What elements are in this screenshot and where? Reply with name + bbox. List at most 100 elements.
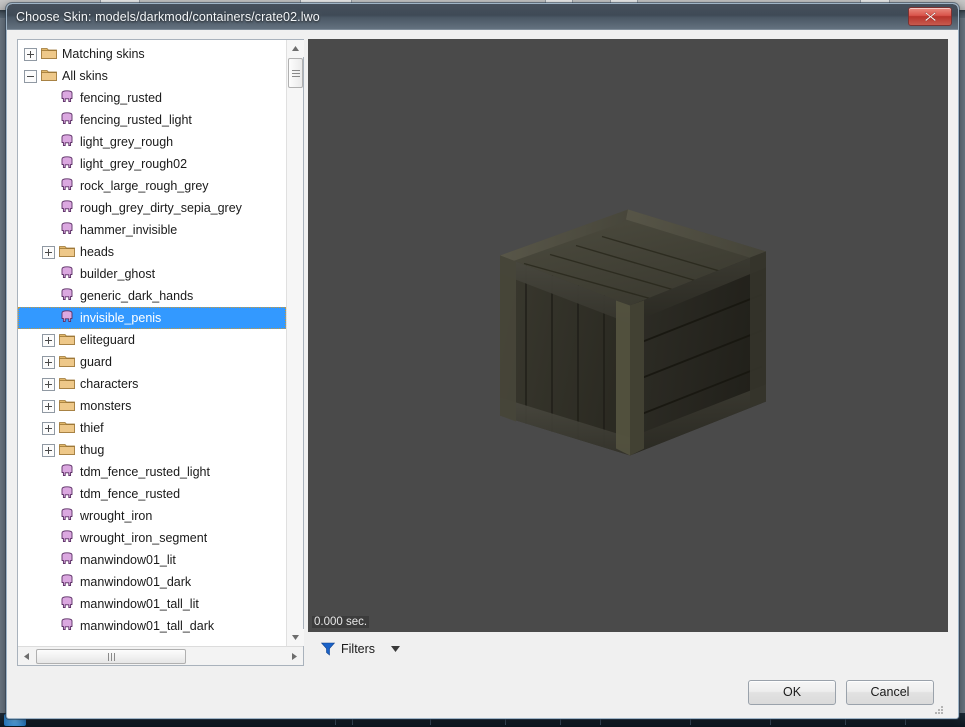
folder-icon [41, 47, 57, 59]
tree-row[interactable]: thief [18, 417, 286, 439]
tree-row[interactable]: manwindow01_dark [18, 571, 286, 593]
scroll-left-arrow-icon [24, 652, 29, 660]
tree-item-label: manwindow01_dark [80, 575, 192, 589]
tree-expander-plus-icon[interactable] [24, 47, 37, 61]
tree-item-label: manwindow01_lit [80, 553, 176, 567]
folder-icon [59, 443, 75, 455]
tree-expander-plus-icon[interactable] [42, 399, 55, 413]
tree-expander-minus-icon[interactable] [24, 69, 37, 83]
tree-item-label: builder_ghost [80, 267, 156, 281]
dialog-client-area: Matching skins All skins fencing_rusted fen… [7, 30, 958, 718]
filters-button[interactable]: Filters [314, 638, 407, 660]
tree-row[interactable]: thug [18, 439, 286, 461]
scroll-down-arrow-icon [291, 635, 299, 640]
skin-icon [61, 551, 73, 564]
folder-icon [59, 399, 75, 411]
skin-icon [61, 111, 73, 124]
scroll-up-button[interactable] [286, 40, 304, 57]
skin-icon [61, 463, 73, 476]
tree-row[interactable]: eliteguard [18, 329, 286, 351]
tree-item-label: manwindow01_tall_lit [80, 597, 199, 611]
skin-icon [59, 529, 75, 547]
tree-vertical-scrollbar[interactable] [286, 40, 304, 646]
skin-icon [61, 287, 73, 300]
folder-icon [59, 376, 75, 393]
tree-row[interactable]: builder_ghost [18, 263, 286, 285]
tree-row[interactable]: monsters [18, 395, 286, 417]
performance-overlay-text: 0.000 sec. [312, 616, 370, 628]
tree-row[interactable]: tdm_fence_rusted_light [18, 461, 286, 483]
model-preview-viewport[interactable]: 0.000 sec. [308, 39, 948, 632]
tree-row[interactable]: heads [18, 241, 286, 263]
tree-row[interactable]: rock_large_rough_grey [18, 175, 286, 197]
skin-icon [61, 133, 73, 146]
tree-row[interactable]: hammer_invisible [18, 219, 286, 241]
folder-icon [41, 69, 57, 81]
skin-icon [59, 287, 75, 305]
tree-expander-plus-icon[interactable] [42, 377, 55, 391]
ok-button[interactable]: OK [748, 679, 836, 705]
crate-model [478, 193, 778, 478]
crate-model-icon [500, 209, 766, 455]
tree-row[interactable]: All skins [18, 65, 286, 87]
skin-icon [59, 221, 75, 239]
skin-icon [59, 199, 75, 217]
tree-horizontal-scrollbar[interactable] [18, 646, 303, 665]
tree-row[interactable]: wrought_iron_segment [18, 527, 286, 549]
skin-icon [59, 595, 75, 613]
tree-row[interactable]: manwindow01_lit [18, 549, 286, 571]
tree-row[interactable]: light_grey_rough02 [18, 153, 286, 175]
tree-expander-plus-icon[interactable] [42, 421, 55, 435]
tree-item-label: eliteguard [80, 333, 135, 347]
tree-row[interactable]: fencing_rusted_light [18, 109, 286, 131]
skin-icon [61, 199, 73, 212]
tree-row[interactable]: generic_dark_hands [18, 285, 286, 307]
title-bar[interactable]: Choose Skin: models/darkmod/containers/c… [7, 4, 958, 30]
tree-item-label: tdm_fence_rusted_light [80, 465, 210, 479]
tree-vertical-scroll-thumb[interactable] [288, 58, 303, 88]
tree-row[interactable]: Matching skins [18, 43, 286, 65]
scroll-left-button[interactable] [18, 652, 35, 660]
skin-icon [59, 265, 75, 283]
tree-row[interactable]: manwindow01_tall_lit [18, 593, 286, 615]
tree-row[interactable]: fencing_rusted [18, 87, 286, 109]
tree-item-label: hammer_invisible [80, 223, 178, 237]
tree-row[interactable]: guard [18, 351, 286, 373]
skin-tree-panel: Matching skins All skins fencing_rusted fen… [17, 39, 304, 666]
tree-expander-plus-icon[interactable] [42, 443, 55, 457]
skin-icon [61, 617, 73, 630]
tree-item-label: generic_dark_hands [80, 289, 194, 303]
scroll-right-button[interactable] [286, 652, 303, 660]
skin-icon [61, 485, 73, 498]
tree-item-label: rough_grey_dirty_sepia_grey [80, 201, 242, 215]
folder-icon [59, 354, 75, 371]
folder-icon [59, 332, 75, 349]
tree-row[interactable]: tdm_fence_rusted [18, 483, 286, 505]
tree-scroll-area: Matching skins All skins fencing_rusted fen… [18, 40, 304, 646]
scroll-down-button[interactable] [286, 629, 304, 646]
close-button[interactable] [908, 7, 952, 26]
resize-grip-icon[interactable] [932, 704, 944, 716]
tree-row-selected[interactable]: invisible_penis [18, 307, 286, 329]
chevron-down-icon[interactable] [391, 646, 401, 652]
tree-row[interactable]: rough_grey_dirty_sepia_grey [18, 197, 286, 219]
tree-horizontal-scroll-thumb[interactable] [36, 649, 186, 664]
tree-expander-plus-icon[interactable] [42, 333, 55, 347]
filters-label: Filters [341, 642, 376, 656]
tree-item-label: invisible_penis [80, 311, 162, 325]
tree-item-label: Matching skins [62, 47, 145, 61]
tree-expander-plus-icon[interactable] [42, 355, 55, 369]
tree-item-label: thug [80, 443, 105, 457]
skin-tree-list[interactable]: Matching skins All skins fencing_rusted fen… [18, 40, 286, 646]
tree-row[interactable]: wrought_iron [18, 505, 286, 527]
skin-icon [61, 221, 73, 234]
scrollbar-grip-icon [291, 69, 300, 77]
folder-icon [59, 421, 75, 433]
tree-row[interactable]: light_grey_rough [18, 131, 286, 153]
tree-row[interactable]: manwindow01_tall_dark [18, 615, 286, 637]
cancel-button[interactable]: Cancel [846, 679, 934, 705]
skin-icon [61, 507, 73, 520]
folder-icon [59, 245, 75, 257]
tree-row[interactable]: characters [18, 373, 286, 395]
tree-expander-plus-icon[interactable] [42, 245, 55, 259]
